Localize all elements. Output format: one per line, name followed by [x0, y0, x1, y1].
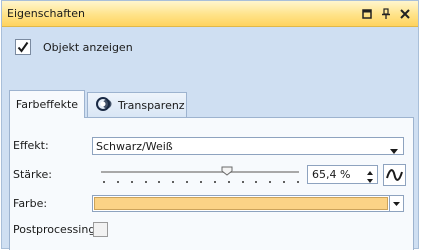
- slider-tick: [145, 181, 147, 183]
- slider-tick: [103, 181, 105, 183]
- strength-label: Stärke:: [13, 168, 53, 181]
- slider-tick: [255, 181, 257, 183]
- tab-color-effects[interactable]: Farbeffekte: [9, 90, 85, 118]
- postprocessing-checkbox[interactable]: [93, 222, 108, 237]
- spin-up-icon[interactable]: [365, 167, 375, 175]
- slider-tick: [297, 181, 299, 183]
- postprocessing-label: Postprocessing: [13, 223, 96, 236]
- color-effects-page: Effekt: Schwarz/Weiß Stärke: 65,4 % Farb…: [9, 117, 414, 250]
- pin-icon[interactable]: [379, 7, 393, 21]
- tab-color-effects-label: Farbeffekte: [15, 98, 79, 111]
- slider-tick: [200, 181, 202, 183]
- tab-transparency[interactable]: Transparenz: [87, 92, 187, 117]
- slider-tick: [131, 181, 133, 183]
- properties-panel: Eigenschaften Objekt anzeigen Farbeffekt…: [1, 0, 419, 250]
- chevron-down-icon: [393, 202, 400, 206]
- show-object-row: Objekt anzeigen: [15, 38, 133, 56]
- slider-tick: [228, 181, 230, 183]
- panel-title: Eigenschaften: [7, 7, 85, 20]
- transparency-icon: [96, 96, 114, 115]
- chevron-down-icon: [390, 144, 398, 157]
- effect-dropdown[interactable]: Schwarz/Weiß: [92, 137, 404, 155]
- restore-icon[interactable]: [360, 7, 374, 21]
- slider-tick: [117, 181, 119, 183]
- strength-slider-thumb[interactable]: [221, 166, 233, 176]
- slider-tick: [158, 181, 160, 183]
- curve-button[interactable]: [383, 164, 406, 186]
- show-object-checkbox[interactable]: [15, 39, 31, 55]
- color-picker[interactable]: [92, 195, 390, 212]
- slider-tick: [283, 181, 285, 183]
- checkmark-icon: [17, 41, 29, 53]
- panel-titlebar: Eigenschaften: [2, 1, 418, 27]
- color-dropdown-button[interactable]: [389, 195, 404, 212]
- slider-tick: [214, 181, 216, 183]
- color-swatch: [94, 197, 388, 210]
- effect-label: Effekt:: [13, 139, 49, 152]
- strength-slider-track[interactable]: [101, 171, 299, 173]
- spin-down-icon[interactable]: [365, 175, 375, 183]
- strength-value: 65,4 %: [312, 168, 351, 181]
- show-object-label: Objekt anzeigen: [43, 40, 133, 54]
- strength-spinbox[interactable]: 65,4 %: [307, 165, 378, 184]
- strength-slider-ticks: [103, 181, 299, 184]
- slider-tick: [172, 181, 174, 183]
- tab-transparency-label: Transparenz: [118, 98, 185, 112]
- curve-icon: [386, 169, 403, 181]
- slider-tick: [269, 181, 271, 183]
- close-icon[interactable]: [398, 7, 412, 21]
- effect-value: Schwarz/Weiß: [96, 140, 173, 153]
- color-label: Farbe:: [13, 197, 48, 210]
- slider-tick: [242, 181, 244, 183]
- slider-tick: [186, 181, 188, 183]
